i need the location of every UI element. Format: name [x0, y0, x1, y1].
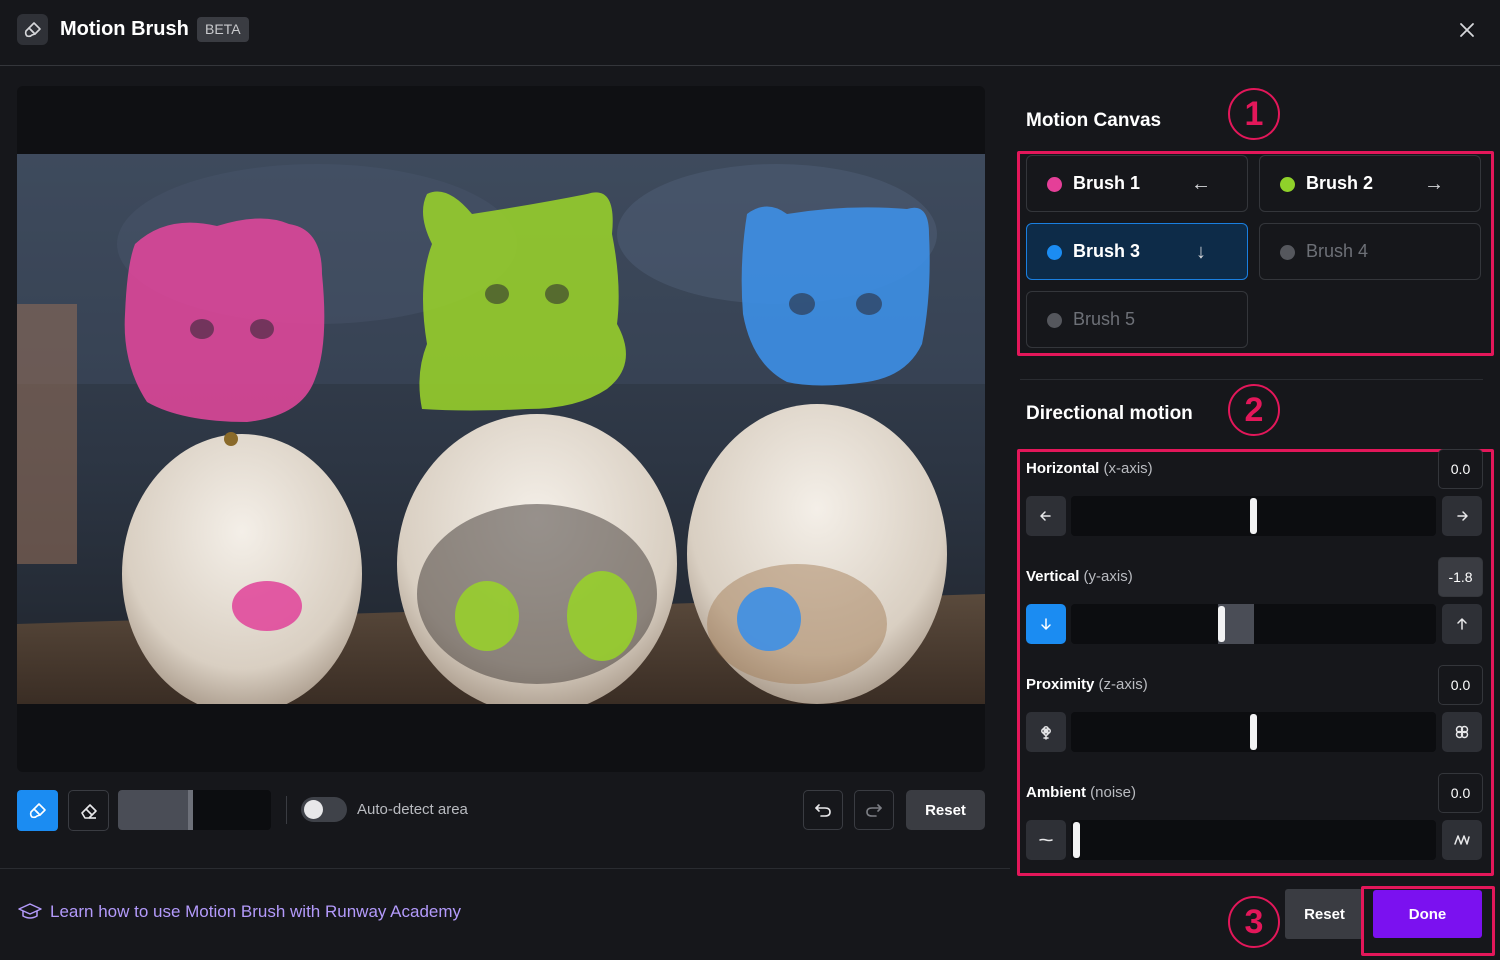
control-axis: (x-axis) [1103, 460, 1153, 477]
redo-icon [866, 804, 882, 817]
slider-track-ambient[interactable] [1071, 820, 1436, 860]
cat-photo[interactable] [17, 154, 985, 704]
undo-icon [815, 804, 831, 817]
directional-motion-title: Directional motion [1026, 403, 1193, 424]
reset-button[interactable]: Reset [1285, 889, 1364, 939]
brush-label: Brush 3 [1073, 241, 1141, 261]
brush-color-dot [1280, 177, 1295, 192]
brush-tool-button[interactable] [17, 790, 58, 831]
brush-card-2[interactable]: Brush 2 → [1259, 155, 1481, 212]
done-button[interactable]: Done [1373, 890, 1482, 938]
control-value-ambient[interactable]: 0.0 [1438, 773, 1483, 813]
footer-divider [0, 868, 1010, 869]
arrow-right-icon [1457, 511, 1468, 521]
annotation-badge-3: 3 [1228, 896, 1280, 948]
arrow-left-icon [1040, 511, 1051, 521]
control-name: Proximity [1026, 676, 1095, 693]
zoom-out-button[interactable] [1026, 712, 1066, 752]
arrow-up-button[interactable] [1442, 604, 1482, 644]
control-axis: (y-axis) [1083, 568, 1133, 585]
control-label-horizontal: Horizontal (x-axis) [1026, 460, 1153, 477]
slider-thumb[interactable] [1073, 822, 1080, 858]
slider-track-horizontal[interactable] [1071, 496, 1436, 536]
control-value-horizontal[interactable]: 0.0 [1438, 449, 1483, 489]
control-axis: (noise) [1090, 784, 1137, 801]
low-noise-icon [1039, 838, 1053, 842]
brush-label: Brush 2 [1306, 173, 1374, 193]
brush-size-fill [118, 790, 193, 830]
toolbar-divider [286, 796, 287, 824]
zoom-out-icon [1041, 726, 1051, 740]
motion-canvas-title: Motion Canvas [1026, 110, 1162, 131]
academy-link-text[interactable]: Learn how to use Motion Brush with Runwa… [50, 902, 461, 922]
brush-color-dot [1047, 245, 1062, 260]
zoom-in-icon [1455, 725, 1469, 739]
toggle-knob [304, 800, 323, 819]
page-title: Motion Brush [60, 18, 189, 40]
beta-badge: BETA [197, 17, 249, 42]
control-label-ambient: Ambient (noise) [1026, 784, 1136, 801]
control-name: Horizontal [1026, 460, 1100, 477]
arrow-down-button[interactable] [1026, 604, 1066, 644]
close-icon[interactable] [1455, 18, 1479, 42]
arrow-left-button[interactable] [1026, 496, 1066, 536]
brush-card-1[interactable]: Brush 1 ← [1026, 155, 1248, 212]
control-name: Vertical [1026, 568, 1080, 585]
slider-track-vertical[interactable] [1071, 604, 1436, 644]
brush-card-5[interactable]: Brush 5 [1026, 291, 1248, 348]
image-preview [17, 86, 985, 772]
arrow-up-icon [1457, 618, 1467, 630]
control-label-proximity: Proximity (z-axis) [1026, 676, 1148, 693]
arrow-right-button[interactable] [1442, 496, 1482, 536]
control-value-proximity[interactable]: 0.0 [1438, 665, 1483, 705]
brush-label: Brush 1 [1073, 173, 1141, 193]
eraser-tool-button[interactable] [68, 790, 109, 831]
brush-direction-icon: ← [1191, 172, 1211, 195]
eraser-icon [80, 803, 97, 819]
slider-thumb[interactable] [1250, 498, 1257, 534]
canvas-reset-button[interactable]: Reset [906, 790, 985, 830]
arrow-down-icon [1041, 618, 1051, 630]
auto-detect-toggle[interactable] [301, 797, 347, 822]
auto-detect-label: Auto-detect area [357, 801, 468, 818]
section-divider [1020, 379, 1483, 380]
control-value-vertical[interactable]: -1.8 [1438, 557, 1483, 597]
brush-card-3[interactable]: Brush 3 ↓ [1026, 223, 1248, 280]
brush-color-dot [1280, 245, 1295, 260]
control-label-vertical: Vertical (y-axis) [1026, 568, 1133, 585]
brush-direction-icon: → [1424, 172, 1444, 195]
brush-color-dot [1047, 313, 1062, 328]
modal-header: Motion Brush BETA [0, 0, 1500, 66]
academy-link[interactable]: Learn how to use Motion Brush with Runwa… [18, 902, 461, 922]
control-axis: (z-axis) [1098, 676, 1148, 693]
zoom-in-button[interactable] [1442, 712, 1482, 752]
slider-thumb[interactable] [1218, 606, 1225, 642]
brush-size-handle[interactable] [188, 790, 193, 830]
brush-icon [17, 14, 48, 45]
brush-icon [29, 802, 46, 818]
slider-thumb[interactable] [1250, 714, 1257, 750]
low-noise-button[interactable] [1026, 820, 1066, 860]
brush-label: Brush 4 [1306, 241, 1369, 261]
annotation-badge-1: 1 [1228, 88, 1280, 140]
slider-track-proximity[interactable] [1071, 712, 1436, 752]
high-noise-icon [1454, 835, 1470, 845]
redo-button[interactable] [854, 790, 894, 830]
brush-color-dot [1047, 177, 1062, 192]
brush-direction-icon: ↓ [1196, 240, 1206, 263]
brush-label: Brush 5 [1073, 309, 1136, 329]
brush-card-4[interactable]: Brush 4 [1259, 223, 1481, 280]
brush-size-slider[interactable] [118, 790, 271, 830]
graduation-cap-icon [18, 903, 42, 919]
high-noise-button[interactable] [1442, 820, 1482, 860]
annotation-badge-2: 2 [1228, 384, 1280, 436]
control-name: Ambient [1026, 784, 1086, 801]
undo-button[interactable] [803, 790, 843, 830]
